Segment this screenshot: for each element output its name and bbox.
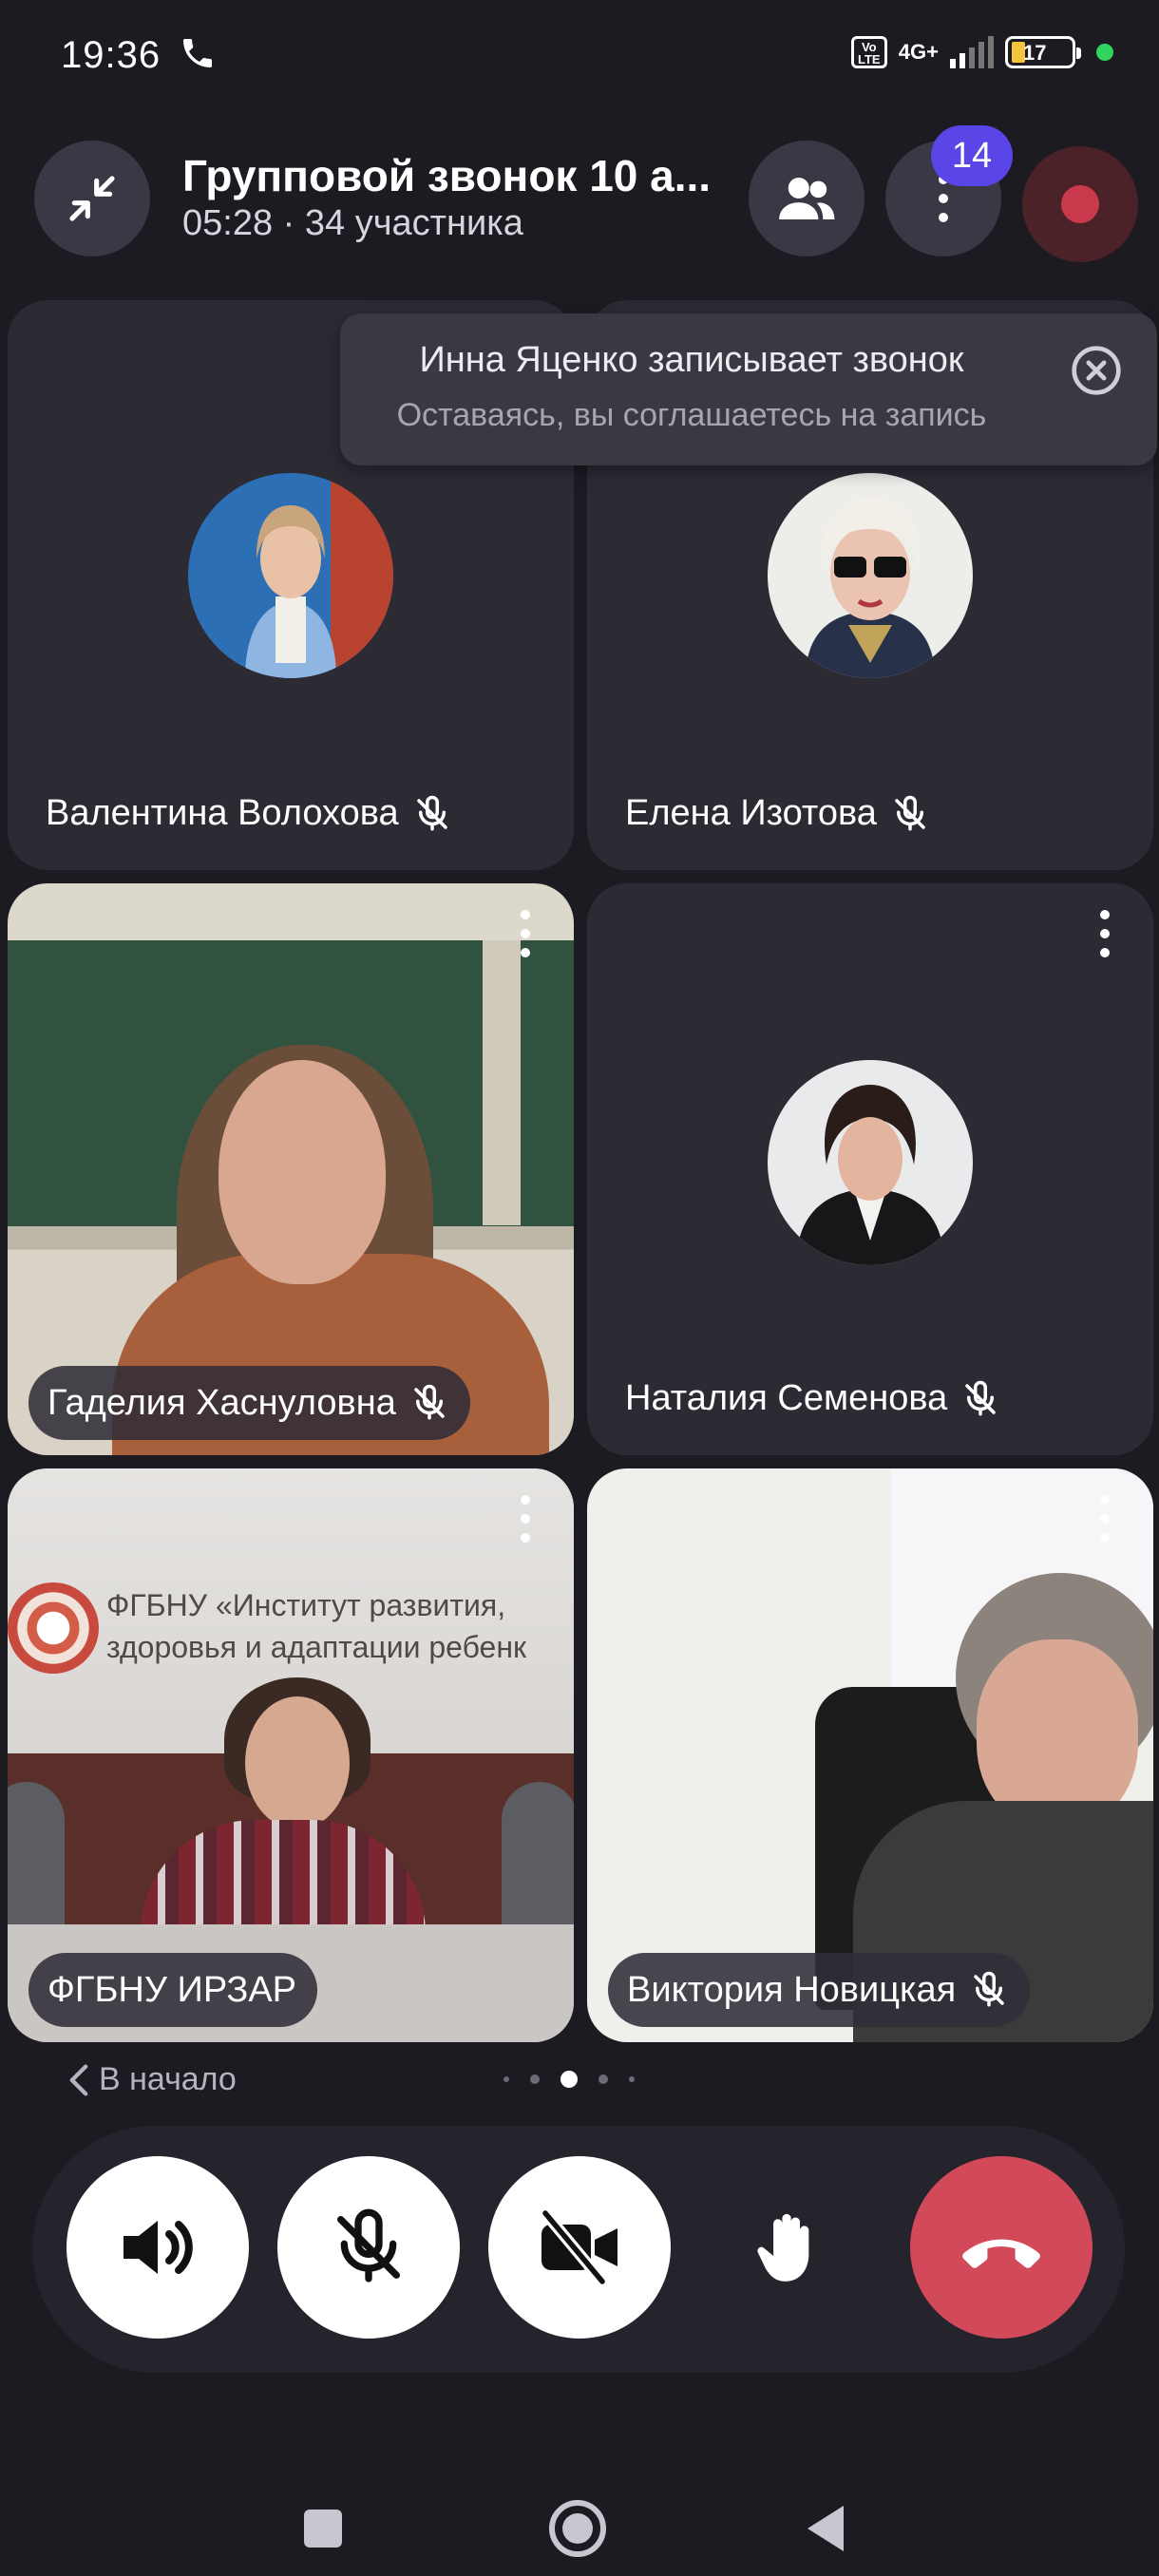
phone-call-icon <box>183 39 212 67</box>
mic-off-icon <box>416 795 447 830</box>
signal-icon <box>950 36 994 68</box>
mic-off-icon <box>974 1971 1004 2007</box>
participant-tile[interactable]: Наталия Семенова <box>587 883 1153 1455</box>
participant-name: Наталия Семенова <box>625 1378 1000 1419</box>
recent-apps-icon[interactable] <box>304 2510 342 2548</box>
home-icon[interactable] <box>549 2500 606 2557</box>
mic-off-icon <box>895 795 925 830</box>
minimize-button[interactable] <box>34 141 150 256</box>
network-type: 4G+ <box>898 40 939 64</box>
privacy-indicator <box>1096 44 1113 61</box>
end-call-button[interactable] <box>910 2156 1092 2339</box>
participant-name: Гаделия Хаснуловна <box>28 1366 470 1440</box>
battery-icon: 17 <box>1005 36 1081 68</box>
raise-hand-icon <box>757 2213 809 2282</box>
chevron-left-icon <box>69 2063 88 2096</box>
more-vertical-icon[interactable] <box>1098 1495 1112 1543</box>
minimize-icon <box>69 176 115 221</box>
microphone-button[interactable] <box>277 2156 460 2339</box>
mic-off-icon <box>965 1380 996 1415</box>
participant-tile[interactable]: Виктория Новицкая <box>587 1468 1153 2042</box>
video-off-icon <box>540 2207 618 2287</box>
avatar <box>188 473 393 678</box>
video-caption-line: здоровья и адаптации ребенк <box>106 1630 527 1664</box>
page-indicator <box>504 2071 635 2088</box>
speaker-icon <box>124 2221 193 2274</box>
battery-level: 17 <box>1023 41 1047 65</box>
recording-notice-title: Инна Яценко записывает звонок <box>419 340 964 380</box>
video-caption-line: ФГБНУ «Институт развития, <box>106 1588 506 1622</box>
participant-name: Елена Изотова <box>625 793 930 834</box>
close-icon[interactable] <box>1070 344 1123 397</box>
status-bar: 19:36 Vo LTE 4G+ 17 <box>0 0 1159 114</box>
notification-badge: 14 <box>931 125 1013 186</box>
end-call-icon <box>962 2239 1040 2268</box>
recording-notice: Инна Яценко записывает звонок Оставаясь,… <box>340 313 1157 465</box>
avatar <box>768 473 973 678</box>
more-vertical-icon[interactable] <box>519 910 532 957</box>
status-time: 19:36 <box>61 34 162 76</box>
participant-name: Валентина Волохова <box>46 793 452 834</box>
avatar <box>768 1060 973 1265</box>
people-icon <box>779 178 835 219</box>
more-vertical-icon[interactable] <box>519 1495 532 1543</box>
mic-off-icon <box>337 2208 400 2282</box>
back-to-start-link[interactable]: В начало <box>66 2061 237 2098</box>
recording-notice-subtitle: Оставаясь, вы соглашаетесь на запись <box>396 397 987 433</box>
camera-button[interactable] <box>488 2156 671 2339</box>
mic-off-icon <box>414 1384 445 1420</box>
call-subtitle: 05:28 · 34 участника <box>182 203 523 243</box>
record-icon <box>1061 185 1099 223</box>
participant-tile[interactable]: Гаделия Хаснуловна <box>8 883 574 1455</box>
participant-tile[interactable]: ФГБНУ «Институт развития, здоровья и ада… <box>8 1468 574 2042</box>
more-vertical-icon[interactable] <box>1098 910 1112 957</box>
speaker-button[interactable] <box>66 2156 249 2339</box>
record-button[interactable] <box>1022 146 1138 262</box>
participants-button[interactable] <box>749 141 864 256</box>
participant-name: ФГБНУ ИРЗАР <box>28 1953 318 2027</box>
participant-name: Виктория Новицкая <box>608 1953 1031 2027</box>
system-nav-bar <box>0 2432 1159 2576</box>
organization-logo <box>8 1582 99 1674</box>
raise-hand-button[interactable] <box>699 2156 882 2339</box>
call-title: Групповой звонок 10 а... <box>182 151 712 200</box>
volte-icon: Vo LTE <box>850 36 887 68</box>
back-icon[interactable] <box>808 2506 844 2551</box>
